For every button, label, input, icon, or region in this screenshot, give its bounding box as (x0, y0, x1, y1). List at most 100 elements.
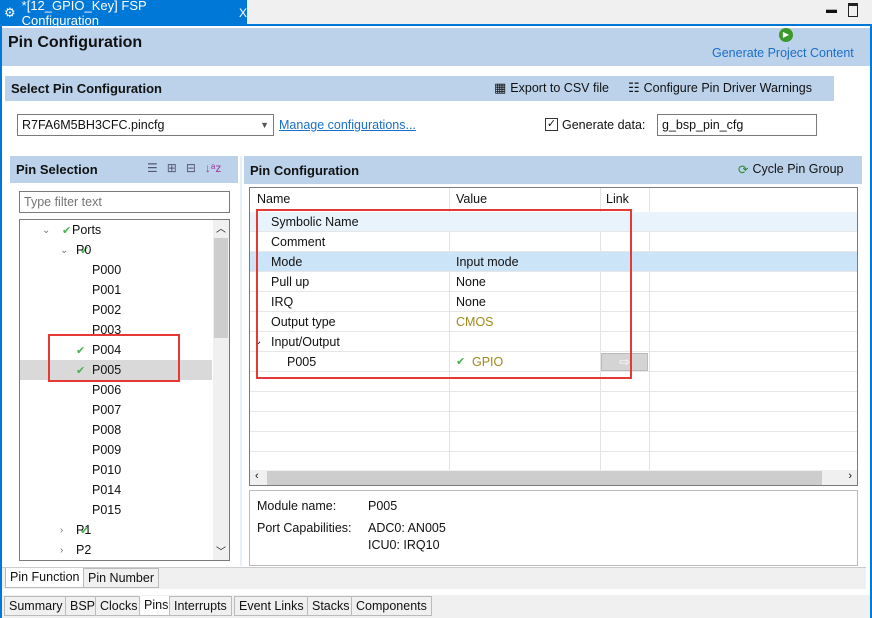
tree-scrollbar[interactable]: ︿ ﹀ (213, 220, 229, 560)
scroll-down-icon[interactable]: ﹀ (213, 543, 229, 558)
column-link[interactable]: Link (606, 188, 629, 208)
chevron-right-icon[interactable]: › (60, 525, 63, 536)
tree-item[interactable]: P001 (20, 280, 212, 300)
list-icon[interactable]: ☰ (147, 161, 158, 175)
module-name-label: Module name: (257, 499, 337, 513)
horizontal-scrollbar[interactable]: ‹ › (250, 470, 857, 485)
port-capability: ICU0: IRQ10 (368, 538, 440, 552)
editor-tab-title: *[12_GPIO_Key] FSP Configuration (21, 0, 147, 28)
export-label: Export to CSV file (510, 81, 609, 95)
page-title: Pin Configuration (8, 34, 143, 51)
chevron-down-icon[interactable]: ⌄ (42, 225, 50, 236)
tree-item-label: Ports (72, 223, 102, 237)
tab-stacks[interactable]: Stacks (307, 596, 355, 616)
warnings-label: Configure Pin Driver Warnings (643, 81, 813, 95)
generate-data-checkbox[interactable]: ✓ (545, 118, 558, 131)
configure-warnings-button[interactable]: ☷ Configure Pin Driver Warnings (628, 80, 812, 96)
bottom-tab-bar: Summary BSP Clocks Pins Interrupts Event Link… (2, 595, 870, 618)
tree-item-label: P010 (92, 463, 122, 477)
table-header: Name Value Link (250, 188, 857, 210)
pin-config-title: Pin Configuration (250, 162, 360, 178)
scroll-left-icon[interactable]: ‹ (255, 470, 259, 482)
column-value[interactable]: Value (456, 188, 487, 208)
scrollbar-thumb[interactable] (214, 238, 228, 338)
pin-tree[interactable]: ︿ ﹀ ⌄ ✔ Ports ⌄ ✔ P0 P000 P001 P002 P003 ✔ P004 ✔ P00… (19, 219, 230, 561)
tree-item-label: P001 (92, 283, 122, 297)
port-capability: ADC0: AN005 (368, 521, 446, 535)
tab-event-links[interactable]: Event Links (234, 596, 309, 616)
generate-project-content-button[interactable]: Generate Project Content (712, 46, 854, 60)
expand-all-icon[interactable]: ⊞ (167, 161, 177, 175)
pin-selection-title: Pin Selection (16, 162, 98, 177)
generate-data-label: Generate data: (562, 118, 646, 132)
tree-item[interactable]: P015 (20, 500, 212, 520)
tree-item[interactable]: P007 (20, 400, 212, 420)
pin-details: Module name: P005 Port Capabilities: ADC… (249, 490, 858, 566)
tab-interrupts[interactable]: Interrupts (169, 596, 232, 616)
module-name-value: P005 (368, 499, 398, 513)
tree-item[interactable]: ⌄ ✔ Ports (20, 220, 212, 240)
empty-row (250, 412, 857, 432)
tab-components[interactable]: Components (351, 596, 432, 616)
minimize-icon[interactable]: ▬ (826, 4, 837, 16)
generate-data-value: g_bsp_pin_cfg (662, 118, 744, 132)
export-icon: ▦ (494, 80, 507, 95)
section-title: Select Pin Configuration (11, 81, 162, 96)
highlight-box (48, 334, 180, 382)
tab-summary[interactable]: Summary (4, 596, 68, 616)
cycle-pin-group-button[interactable]: ⟳ Cycle Pin Group (738, 162, 844, 177)
tree-item-label: P008 (92, 423, 122, 437)
manage-configurations-link[interactable]: Manage configurations... (279, 118, 416, 132)
tree-item-label: P002 (92, 303, 122, 317)
chevron-right-icon[interactable]: › (60, 545, 63, 556)
tab-pin-number[interactable]: Pin Number (83, 568, 159, 588)
check-icon: ✔ (62, 224, 72, 237)
tree-item-label: P0 (76, 243, 92, 257)
collapse-all-icon[interactable]: ⊟ (186, 161, 196, 175)
maximize-icon[interactable] (848, 3, 858, 17)
tree-item[interactable]: P009 (20, 440, 212, 460)
tree-item[interactable]: P008 (20, 420, 212, 440)
tree-item-label: P014 (92, 483, 122, 497)
tree-item[interactable]: P014 (20, 480, 212, 500)
sort-az-icon[interactable]: ↓ᵃz (205, 161, 221, 175)
export-csv-button[interactable]: ▦ Export to CSV file (494, 80, 609, 96)
filter-input[interactable] (19, 191, 230, 213)
config-file-value: R7FA6M5BH3CFC.pincfg (22, 118, 165, 132)
cycle-label: Cycle Pin Group (752, 162, 844, 176)
divider (240, 156, 242, 566)
highlight-box (256, 209, 632, 379)
tree-item[interactable]: P006 (20, 380, 212, 400)
tree-item[interactable]: › ✔ P1 (20, 520, 212, 540)
tree-item-label: P007 (92, 403, 122, 417)
tree-item[interactable]: › P2 (20, 540, 212, 560)
play-icon[interactable]: ▶ (779, 28, 793, 42)
tree-item-label: P009 (92, 443, 122, 457)
chevron-down-icon: ▼ (260, 120, 269, 130)
column-name[interactable]: Name (257, 188, 290, 208)
chevron-down-icon[interactable]: ⌄ (60, 245, 68, 256)
scroll-up-icon[interactable]: ︿ (213, 220, 229, 235)
hscroll-thumb[interactable] (267, 471, 822, 485)
pin-selection-toolbar: ☰ ⊞ ⊟ ↓ᵃz (147, 161, 221, 175)
tree-item-label: P000 (92, 263, 122, 277)
tree-item[interactable]: P000 (20, 260, 212, 280)
config-file-select[interactable]: R7FA6M5BH3CFC.pincfg ▼ (17, 114, 274, 136)
checklist-icon: ☷ (628, 80, 640, 95)
port-capabilities-label: Port Capabilities: (257, 521, 352, 535)
tree-item[interactable]: ⌄ ✔ P0 (20, 240, 212, 260)
close-icon[interactable]: X (239, 6, 247, 20)
tree-item[interactable]: P002 (20, 300, 212, 320)
tree-item[interactable]: P010 (20, 460, 212, 480)
tree-item-label: P006 (92, 383, 122, 397)
tree-item-label: P1 (76, 523, 92, 537)
editor-tab[interactable]: ⚙ *[12_GPIO_Key] FSP Configuration X (0, 0, 247, 28)
tree-item-label: P015 (92, 503, 122, 517)
empty-row (250, 392, 857, 412)
scroll-right-icon[interactable]: › (848, 470, 852, 482)
gear-icon: ⚙ (4, 5, 16, 20)
generate-data-input[interactable]: g_bsp_pin_cfg (657, 114, 817, 136)
tab-pin-function[interactable]: Pin Function (5, 568, 85, 588)
tab-clocks[interactable]: Clocks (95, 596, 143, 616)
empty-row (250, 432, 857, 452)
